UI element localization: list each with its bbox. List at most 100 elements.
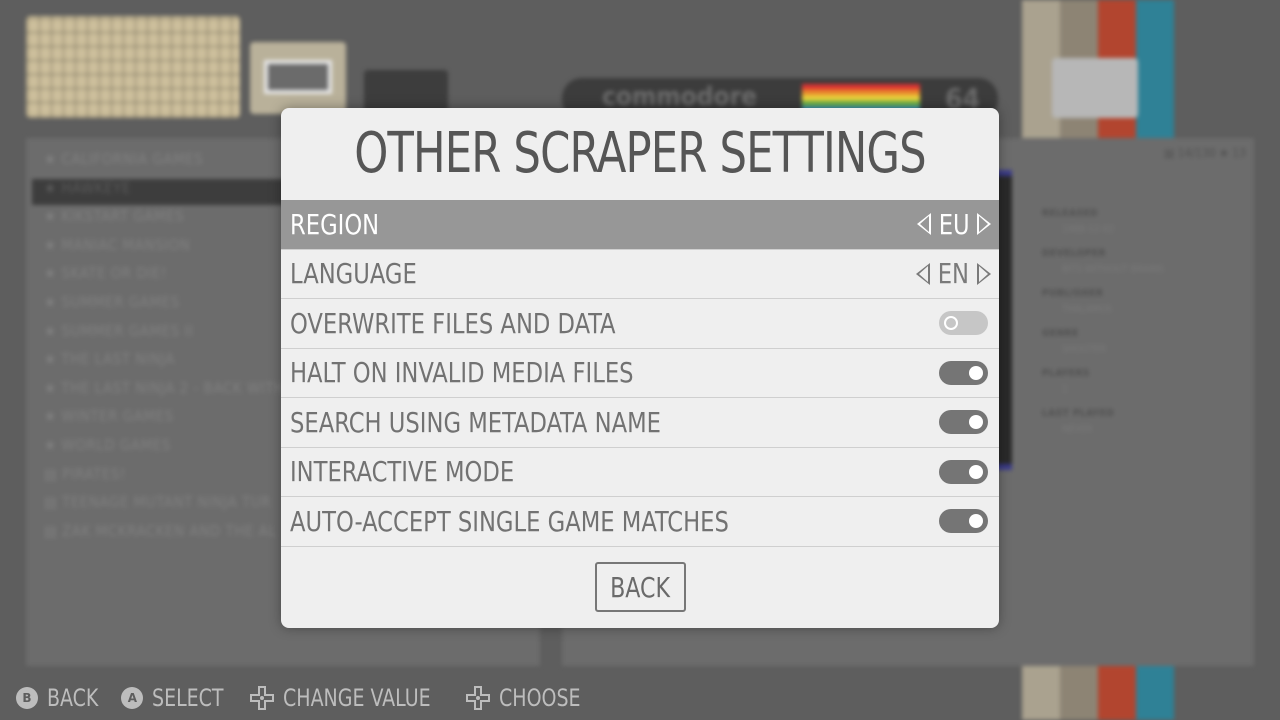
metadata-label: GENRE xyxy=(1042,328,1079,339)
metadata-label: PLAYERS xyxy=(1042,368,1090,379)
setting-row-region[interactable]: REGION EU xyxy=(281,200,999,250)
setting-label: OVERWRITE FILES AND DATA xyxy=(290,306,616,340)
keyboard-image xyxy=(26,16,240,118)
game-list-item: ▤ PIRATES! xyxy=(44,465,126,491)
game-title: SUMMER GAMES II xyxy=(61,321,194,340)
metadata-value: 1988-12-02 xyxy=(1062,224,1115,235)
folder-icon: ▤ xyxy=(44,464,63,483)
game-title: SUMMER GAMES xyxy=(61,293,180,311)
game-icon: ★ xyxy=(44,436,62,454)
game-list-item: ★ CALIFORNIA GAMES xyxy=(44,150,203,176)
back-button[interactable]: BACK xyxy=(595,562,686,612)
metadata-label: DEVELOPER xyxy=(1042,248,1106,259)
game-icon: ★ xyxy=(44,321,62,340)
setting-label: AUTO-ACCEPT SINGLE GAME MATCHES xyxy=(290,504,729,538)
game-icon: ★ xyxy=(44,235,62,254)
setting-row-auto-accept-single-game-matches[interactable]: AUTO-ACCEPT SINGLE GAME MATCHES xyxy=(281,497,999,547)
toggle-switch[interactable] xyxy=(939,459,988,484)
metadata-value: 1 xyxy=(1062,384,1068,395)
setting-label: HALT ON INVALID MEDIA FILES xyxy=(290,356,634,390)
toggle-switch[interactable] xyxy=(939,360,988,385)
setting-row-search-using-metadata-name[interactable]: SEARCH USING METADATA NAME xyxy=(281,398,999,448)
game-list-item: ▤ TEENAGE MUTANT NINJA TUR xyxy=(44,493,271,519)
scraper-settings-modal: OTHER SCRAPER SETTINGS REGION EU LANGUAGE E… xyxy=(281,108,999,628)
game-list-item: ★ WORLD GAMES xyxy=(44,436,171,462)
arrow-left-icon[interactable] xyxy=(916,262,931,285)
setting-value: EU xyxy=(938,207,970,241)
value-selector[interactable]: EU xyxy=(916,207,991,241)
game-icon: ★ xyxy=(44,407,62,426)
dpad-left-right-icon xyxy=(249,686,274,710)
game-title: WINTER GAMES xyxy=(61,407,174,426)
toggle-switch[interactable] xyxy=(939,509,988,534)
game-list-item: ★ THE LAST NINJA xyxy=(44,350,175,376)
game-title: KIKSTART GAMES xyxy=(61,207,185,226)
game-icon: ★ xyxy=(44,264,62,283)
folder-icon: ▤ xyxy=(44,493,63,512)
help-label: SELECT xyxy=(152,684,224,712)
arrow-right-icon[interactable] xyxy=(977,213,991,236)
game-title: SKATE OR DIE! xyxy=(61,264,167,283)
back-button-label: BACK xyxy=(610,570,671,604)
help-item: CHOOSE xyxy=(466,684,592,712)
dpad-up-down-icon xyxy=(466,686,491,710)
toggle-switch[interactable] xyxy=(939,410,988,435)
help-label: CHANGE VALUE xyxy=(282,684,431,712)
help-item: B BACK xyxy=(16,684,105,712)
metadata-label: RELEASED xyxy=(1042,208,1099,219)
value-selector[interactable]: EN xyxy=(916,257,991,290)
game-list-item: ★ SUMMER GAMES II xyxy=(44,322,193,348)
game-icon: ★ xyxy=(44,378,62,397)
game-list-item: ★ WINTER GAMES xyxy=(44,407,174,433)
toggle-knob xyxy=(969,464,983,479)
metadata-label: PUBLISHER xyxy=(1042,288,1104,299)
game-title: ZAK MCKRACKEN AND THE AL xyxy=(62,521,277,540)
game-title: THE LAST NINJA 2 - BACK WITH xyxy=(61,378,285,397)
help-label: CHOOSE xyxy=(499,684,581,712)
setting-label: LANGUAGE xyxy=(290,257,417,291)
help-bar: B BACK A SELECT CHANGE VALUE CHOOSE xyxy=(16,680,608,716)
toggle-knob xyxy=(969,415,983,430)
game-counts: ▤ 14/130 ★ 13 xyxy=(1164,146,1246,160)
settings-list: REGION EU LANGUAGE EN OVERWRITE FILES AND DA… xyxy=(281,200,999,547)
game-title: TEENAGE MUTANT NINJA TUR xyxy=(62,493,271,512)
game-art-image xyxy=(1052,58,1138,118)
game-title: PIRATES! xyxy=(62,464,126,483)
help-item: A SELECT xyxy=(121,684,233,712)
game-icon: ★ xyxy=(44,178,62,197)
arrow-left-icon[interactable] xyxy=(916,213,931,236)
modal-title: OTHER SCRAPER SETTINGS xyxy=(354,121,926,186)
setting-row-language[interactable]: LANGUAGE EN xyxy=(281,250,999,299)
setting-row-interactive-mode[interactable]: INTERACTIVE MODE xyxy=(281,448,999,497)
setting-label: REGION xyxy=(290,207,380,241)
game-list-item: ★ MANIAC MANSION xyxy=(44,236,190,262)
arrow-right-icon[interactable] xyxy=(977,262,991,285)
game-list-item: ▤ ZAK MCKRACKEN AND THE AL xyxy=(44,522,276,548)
game-icon: ★ xyxy=(44,207,62,226)
game-title: THE LAST NINJA xyxy=(61,350,175,369)
toggle-switch[interactable] xyxy=(939,311,988,336)
game-list-item: ★ SKATE OR DIE! xyxy=(44,264,167,290)
metadata-value: BITS WITHOUT BRAINS xyxy=(1062,264,1164,275)
game-title: WORLD GAMES xyxy=(61,436,171,454)
tape-drive-image xyxy=(250,42,346,114)
help-label: BACK xyxy=(47,684,99,712)
metadata-value: THALAMUS xyxy=(1062,304,1112,315)
help-item: CHANGE VALUE xyxy=(249,684,451,712)
metadata-value: NEVER xyxy=(1062,424,1093,435)
toggle-knob xyxy=(969,514,983,529)
b-button-icon: B xyxy=(16,687,38,709)
setting-value: EN xyxy=(937,257,970,291)
setting-row-halt-on-invalid-media-files[interactable]: HALT ON INVALID MEDIA FILES xyxy=(281,349,999,398)
metadata-value: SHOOTER xyxy=(1062,344,1107,355)
setting-row-overwrite-files-and-data[interactable]: OVERWRITE FILES AND DATA xyxy=(281,299,999,349)
toggle-knob xyxy=(944,316,958,331)
game-list-item: ★ SUMMER GAMES xyxy=(44,293,180,319)
folder-icon: ▤ xyxy=(44,521,63,540)
setting-label: INTERACTIVE MODE xyxy=(290,455,515,489)
a-button-icon: A xyxy=(121,687,144,709)
game-title: MANIAC MANSION xyxy=(61,235,191,254)
game-icon: ★ xyxy=(44,150,62,168)
metadata-label: LAST PLAYED xyxy=(1042,408,1115,419)
toggle-knob xyxy=(969,365,983,380)
